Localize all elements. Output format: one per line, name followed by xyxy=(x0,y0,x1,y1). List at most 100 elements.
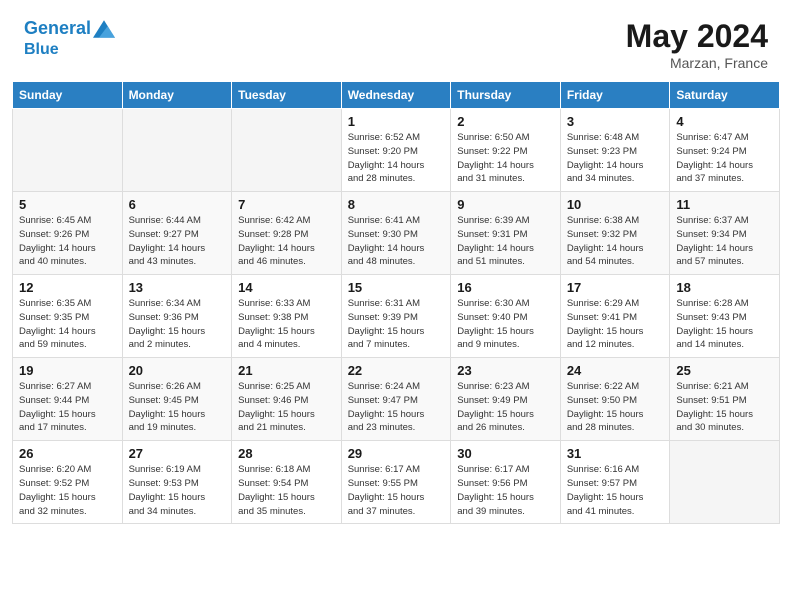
day-number: 2 xyxy=(457,114,554,129)
day-cell: 22 Sunrise: 6:24 AM Sunset: 9:47 PM Dayli… xyxy=(341,358,451,441)
day-cell: 21 Sunrise: 6:25 AM Sunset: 9:46 PM Dayli… xyxy=(232,358,342,441)
day-info: Sunrise: 6:20 AM Sunset: 9:52 PM Dayligh… xyxy=(19,463,116,518)
calendar-body: 1 Sunrise: 6:52 AM Sunset: 9:20 PM Daylig… xyxy=(13,109,780,524)
day-header-friday: Friday xyxy=(560,82,670,109)
week-row-3: 12 Sunrise: 6:35 AM Sunset: 9:35 PM Dayli… xyxy=(13,275,780,358)
week-row-2: 5 Sunrise: 6:45 AM Sunset: 9:26 PM Daylig… xyxy=(13,192,780,275)
header-row: SundayMondayTuesdayWednesdayThursdayFrid… xyxy=(13,82,780,109)
day-info: Sunrise: 6:44 AM Sunset: 9:27 PM Dayligh… xyxy=(129,214,226,269)
day-info: Sunrise: 6:42 AM Sunset: 9:28 PM Dayligh… xyxy=(238,214,335,269)
day-header-wednesday: Wednesday xyxy=(341,82,451,109)
day-cell xyxy=(13,109,123,192)
day-number: 12 xyxy=(19,280,116,295)
day-cell: 9 Sunrise: 6:39 AM Sunset: 9:31 PM Daylig… xyxy=(451,192,561,275)
day-number: 20 xyxy=(129,363,226,378)
day-info: Sunrise: 6:24 AM Sunset: 9:47 PM Dayligh… xyxy=(348,380,445,435)
day-number: 13 xyxy=(129,280,226,295)
day-number: 17 xyxy=(567,280,664,295)
day-info: Sunrise: 6:39 AM Sunset: 9:31 PM Dayligh… xyxy=(457,214,554,269)
day-cell: 11Sunrise: 6:37 AM Sunset: 9:34 PM Dayli… xyxy=(670,192,780,275)
day-cell: 1 Sunrise: 6:52 AM Sunset: 9:20 PM Daylig… xyxy=(341,109,451,192)
week-row-5: 26 Sunrise: 6:20 AM Sunset: 9:52 PM Dayli… xyxy=(13,441,780,524)
day-cell: 27Sunrise: 6:19 AM Sunset: 9:53 PM Dayli… xyxy=(122,441,232,524)
day-number: 31 xyxy=(567,446,664,461)
week-row-1: 1 Sunrise: 6:52 AM Sunset: 9:20 PM Daylig… xyxy=(13,109,780,192)
day-info: Sunrise: 6:30 AM Sunset: 9:40 PM Dayligh… xyxy=(457,297,554,352)
day-info: Sunrise: 6:34 AM Sunset: 9:36 PM Dayligh… xyxy=(129,297,226,352)
day-number: 28 xyxy=(238,446,335,461)
day-number: 3 xyxy=(567,114,664,129)
day-number: 29 xyxy=(348,446,445,461)
day-header-saturday: Saturday xyxy=(670,82,780,109)
day-cell: 19Sunrise: 6:27 AM Sunset: 9:44 PM Dayli… xyxy=(13,358,123,441)
day-info: Sunrise: 6:17 AM Sunset: 9:56 PM Dayligh… xyxy=(457,463,554,518)
day-number: 1 xyxy=(348,114,445,129)
day-number: 7 xyxy=(238,197,335,212)
day-number: 11 xyxy=(676,197,773,212)
day-info: Sunrise: 6:35 AM Sunset: 9:35 PM Dayligh… xyxy=(19,297,116,352)
day-info: Sunrise: 6:45 AM Sunset: 9:26 PM Dayligh… xyxy=(19,214,116,269)
day-header-thursday: Thursday xyxy=(451,82,561,109)
day-cell: 6Sunrise: 6:44 AM Sunset: 9:27 PM Daylig… xyxy=(122,192,232,275)
day-cell: 28 Sunrise: 6:18 AM Sunset: 9:54 PM Dayli… xyxy=(232,441,342,524)
day-number: 15 xyxy=(348,280,445,295)
day-header-tuesday: Tuesday xyxy=(232,82,342,109)
day-cell: 29Sunrise: 6:17 AM Sunset: 9:55 PM Dayli… xyxy=(341,441,451,524)
day-info: Sunrise: 6:27 AM Sunset: 9:44 PM Dayligh… xyxy=(19,380,116,435)
day-info: Sunrise: 6:29 AM Sunset: 9:41 PM Dayligh… xyxy=(567,297,664,352)
day-cell: 15 Sunrise: 6:31 AM Sunset: 9:39 PM Dayli… xyxy=(341,275,451,358)
day-cell: 12 Sunrise: 6:35 AM Sunset: 9:35 PM Dayli… xyxy=(13,275,123,358)
day-cell xyxy=(232,109,342,192)
calendar-table: SundayMondayTuesdayWednesdayThursdayFrid… xyxy=(12,81,780,524)
day-info: Sunrise: 6:19 AM Sunset: 9:53 PM Dayligh… xyxy=(129,463,226,518)
day-cell: 4 Sunrise: 6:47 AM Sunset: 9:24 PM Daylig… xyxy=(670,109,780,192)
day-cell: 10Sunrise: 6:38 AM Sunset: 9:32 PM Dayli… xyxy=(560,192,670,275)
day-info: Sunrise: 6:47 AM Sunset: 9:24 PM Dayligh… xyxy=(676,131,773,186)
location: Marzan, France xyxy=(626,55,768,71)
day-cell: 5 Sunrise: 6:45 AM Sunset: 9:26 PM Daylig… xyxy=(13,192,123,275)
day-number: 23 xyxy=(457,363,554,378)
week-row-4: 19Sunrise: 6:27 AM Sunset: 9:44 PM Dayli… xyxy=(13,358,780,441)
logo-icon xyxy=(93,18,115,40)
day-info: Sunrise: 6:22 AM Sunset: 9:50 PM Dayligh… xyxy=(567,380,664,435)
day-number: 25 xyxy=(676,363,773,378)
day-number: 26 xyxy=(19,446,116,461)
title-block: May 2024 Marzan, France xyxy=(626,18,768,71)
day-info: Sunrise: 6:26 AM Sunset: 9:45 PM Dayligh… xyxy=(129,380,226,435)
day-cell: 18Sunrise: 6:28 AM Sunset: 9:43 PM Dayli… xyxy=(670,275,780,358)
day-info: Sunrise: 6:48 AM Sunset: 9:23 PM Dayligh… xyxy=(567,131,664,186)
day-info: Sunrise: 6:25 AM Sunset: 9:46 PM Dayligh… xyxy=(238,380,335,435)
month-year: May 2024 xyxy=(626,18,768,55)
day-number: 5 xyxy=(19,197,116,212)
day-number: 4 xyxy=(676,114,773,129)
day-cell: 7 Sunrise: 6:42 AM Sunset: 9:28 PM Daylig… xyxy=(232,192,342,275)
day-cell: 8Sunrise: 6:41 AM Sunset: 9:30 PM Daylig… xyxy=(341,192,451,275)
day-info: Sunrise: 6:52 AM Sunset: 9:20 PM Dayligh… xyxy=(348,131,445,186)
day-number: 22 xyxy=(348,363,445,378)
day-cell: 30 Sunrise: 6:17 AM Sunset: 9:56 PM Dayli… xyxy=(451,441,561,524)
day-number: 30 xyxy=(457,446,554,461)
day-cell: 26 Sunrise: 6:20 AM Sunset: 9:52 PM Dayli… xyxy=(13,441,123,524)
day-cell: 2Sunrise: 6:50 AM Sunset: 9:22 PM Daylig… xyxy=(451,109,561,192)
day-info: Sunrise: 6:18 AM Sunset: 9:54 PM Dayligh… xyxy=(238,463,335,518)
day-number: 10 xyxy=(567,197,664,212)
day-cell: 24 Sunrise: 6:22 AM Sunset: 9:50 PM Dayli… xyxy=(560,358,670,441)
day-header-sunday: Sunday xyxy=(13,82,123,109)
day-header-monday: Monday xyxy=(122,82,232,109)
day-cell: 14Sunrise: 6:33 AM Sunset: 9:38 PM Dayli… xyxy=(232,275,342,358)
day-number: 21 xyxy=(238,363,335,378)
day-info: Sunrise: 6:16 AM Sunset: 9:57 PM Dayligh… xyxy=(567,463,664,518)
day-info: Sunrise: 6:33 AM Sunset: 9:38 PM Dayligh… xyxy=(238,297,335,352)
logo-blue: Blue xyxy=(24,40,115,59)
day-info: Sunrise: 6:31 AM Sunset: 9:39 PM Dayligh… xyxy=(348,297,445,352)
day-cell xyxy=(122,109,232,192)
day-number: 24 xyxy=(567,363,664,378)
page-header: General Blue May 2024 Marzan, France xyxy=(0,0,792,81)
logo: General Blue xyxy=(24,18,115,59)
calendar-header: SundayMondayTuesdayWednesdayThursdayFrid… xyxy=(13,82,780,109)
day-cell: 3 Sunrise: 6:48 AM Sunset: 9:23 PM Daylig… xyxy=(560,109,670,192)
day-cell: 17 Sunrise: 6:29 AM Sunset: 9:41 PM Dayli… xyxy=(560,275,670,358)
day-number: 9 xyxy=(457,197,554,212)
day-number: 18 xyxy=(676,280,773,295)
day-info: Sunrise: 6:23 AM Sunset: 9:49 PM Dayligh… xyxy=(457,380,554,435)
